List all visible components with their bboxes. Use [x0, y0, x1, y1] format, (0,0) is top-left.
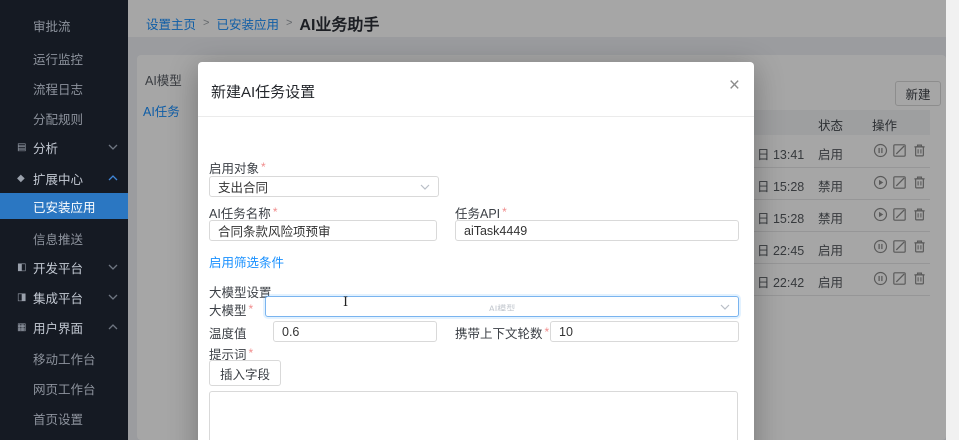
- temperature-label: 温度值: [209, 323, 247, 342]
- chevron-down-icon: [108, 144, 118, 150]
- sidebar-item-process-log[interactable]: 流程日志: [0, 73, 128, 103]
- sidebar-item-run-monitor[interactable]: 运行监控: [0, 43, 128, 73]
- new-ai-task-dialog: 新建AI任务设置 × 启用对象* 支出合同 AI任务名称* 任务API* 启用筛…: [198, 62, 754, 440]
- prompt-textarea[interactable]: [209, 391, 738, 440]
- enable-filter-link[interactable]: 启用筛选条件: [209, 252, 284, 271]
- sidebar-group-user-interface[interactable]: ▦ 用户界面: [0, 312, 128, 342]
- sidebar-item-message-push[interactable]: 信息推送: [0, 223, 128, 253]
- dev-platform-icon: ◧: [17, 262, 30, 273]
- extension-icon: ◆: [17, 173, 30, 184]
- required-mark: *: [502, 205, 507, 219]
- close-icon[interactable]: ×: [729, 76, 740, 95]
- chevron-up-icon: [108, 175, 118, 181]
- chevron-up-icon: [108, 324, 118, 330]
- select-arrow-icon: [420, 184, 430, 190]
- insert-field-button[interactable]: 插入字段: [209, 360, 281, 386]
- required-mark: *: [249, 346, 254, 360]
- sidebar: 审批流 运行监控 流程日志 分配规则 ▤ 分析 ◆ 扩展中心 已安装应用 信息推…: [0, 0, 128, 440]
- sidebar-group-integration-platform[interactable]: ◨ 集成平台: [0, 282, 128, 312]
- clipped-option-text: AI模型: [266, 302, 738, 311]
- sidebar-item-web-workbench[interactable]: 网页工作台: [0, 373, 128, 403]
- sidebar-item-assign-rules[interactable]: 分配规则: [0, 103, 128, 133]
- analysis-icon: ▤: [17, 142, 30, 153]
- task-api-input[interactable]: [455, 220, 739, 241]
- required-mark: *: [273, 205, 278, 219]
- text-cursor-icon: I: [343, 295, 348, 310]
- sidebar-item-installed-apps[interactable]: 已安装应用: [0, 193, 128, 219]
- select-arrow-icon: [720, 304, 730, 310]
- chevron-down-icon: [108, 264, 118, 270]
- app-window: 设置主页 > 已安装应用 > AI业务助手 AI模型 AI任务 新建 状态 操作…: [0, 0, 959, 440]
- sidebar-item-home-settings[interactable]: 首页设置: [0, 403, 128, 433]
- sidebar-group-dev-platform[interactable]: ◧ 开发平台: [0, 252, 128, 282]
- required-mark: *: [249, 302, 254, 316]
- required-mark: *: [261, 160, 266, 174]
- chevron-down-icon: [108, 294, 118, 300]
- context-rounds-input[interactable]: [550, 321, 739, 342]
- model-label: 大模型*: [209, 300, 253, 319]
- context-rounds-label: 携带上下文轮数*: [455, 323, 549, 342]
- temperature-input[interactable]: [273, 321, 437, 342]
- enable-target-label: 启用对象*: [209, 158, 266, 177]
- model-section-label: 大模型设置: [209, 282, 272, 301]
- ui-grid-icon: ▦: [17, 322, 30, 333]
- integration-icon: ◨: [17, 292, 30, 303]
- task-name-input[interactable]: [209, 220, 437, 241]
- dialog-header: 新建AI任务设置 ×: [198, 62, 754, 117]
- dialog-body: 启用对象* 支出合同 AI任务名称* 任务API* 启用筛选条件 大模型设置 大…: [198, 116, 754, 440]
- scrollbar-track[interactable]: [946, 0, 959, 440]
- required-mark: *: [545, 325, 550, 339]
- model-select[interactable]: AI模型: [265, 296, 739, 317]
- dialog-title: 新建AI任务设置: [211, 81, 315, 102]
- sidebar-group-extension-center[interactable]: ◆ 扩展中心: [0, 163, 128, 193]
- sidebar-item-approval-flow[interactable]: 审批流: [0, 10, 128, 40]
- sidebar-item-mobile-workbench[interactable]: 移动工作台: [0, 343, 128, 373]
- enable-target-select[interactable]: 支出合同: [209, 176, 439, 197]
- sidebar-group-analysis[interactable]: ▤ 分析: [0, 132, 128, 162]
